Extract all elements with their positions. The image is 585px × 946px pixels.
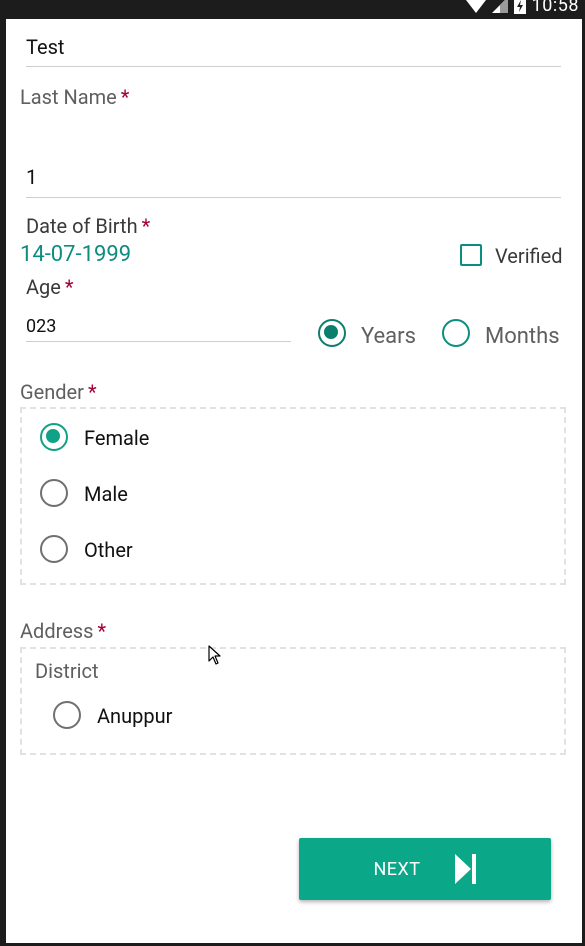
last-name-underline (26, 197, 561, 198)
first-name-value[interactable]: Test (26, 35, 64, 59)
required-mark: * (141, 214, 151, 238)
last-name-label: Last Name * (20, 85, 130, 109)
address-label: Address * (20, 619, 107, 643)
battery-charging-icon (513, 0, 526, 14)
clock: 10:58 (531, 0, 579, 16)
next-button-label: NEXT (373, 858, 421, 880)
status-bar: 10:58 (0, 0, 585, 19)
patient-form-screen: Test Last Name * 1 Date of Birth * 14-07-1… (6, 19, 582, 943)
age-unit-years-radio[interactable] (318, 319, 346, 347)
required-mark: * (87, 380, 97, 404)
skip-next-icon (454, 854, 476, 884)
gender-other-label: Other (84, 538, 133, 562)
required-mark: * (64, 275, 74, 299)
verified-label: Verified (495, 244, 563, 268)
dob-label: Date of Birth * (26, 214, 151, 238)
dob-value[interactable]: 14-07-1999 (20, 242, 131, 267)
gender-female-radio[interactable] (40, 423, 68, 451)
gender-male-label: Male (84, 482, 128, 506)
age-label: Age * (26, 275, 74, 299)
address-options-box (20, 647, 566, 755)
age-underline (26, 341, 291, 342)
gender-label: Gender * (20, 380, 97, 404)
district-label: District (35, 659, 99, 683)
required-mark: * (120, 85, 130, 109)
age-input[interactable]: 023 (26, 316, 56, 337)
wifi-icon (465, 0, 486, 13)
age-unit-months-radio[interactable] (442, 319, 470, 347)
verified-checkbox[interactable] (460, 244, 482, 266)
district-anuppur-label: Anuppur (97, 704, 173, 728)
next-button[interactable]: NEXT (299, 838, 551, 900)
gender-female-label: Female (84, 426, 150, 450)
first-name-underline (26, 66, 561, 67)
required-mark: * (97, 619, 107, 643)
age-unit-years-label: Years (361, 324, 416, 349)
status-icons: 10:58 (465, 0, 579, 16)
district-anuppur-radio[interactable] (53, 701, 81, 729)
last-name-value[interactable]: 1 (26, 165, 37, 189)
gender-other-radio[interactable] (40, 535, 68, 563)
mouse-cursor-icon (208, 645, 221, 665)
signal-icon (491, 0, 508, 13)
age-unit-months-label: Months (485, 324, 560, 349)
gender-male-radio[interactable] (40, 479, 68, 507)
